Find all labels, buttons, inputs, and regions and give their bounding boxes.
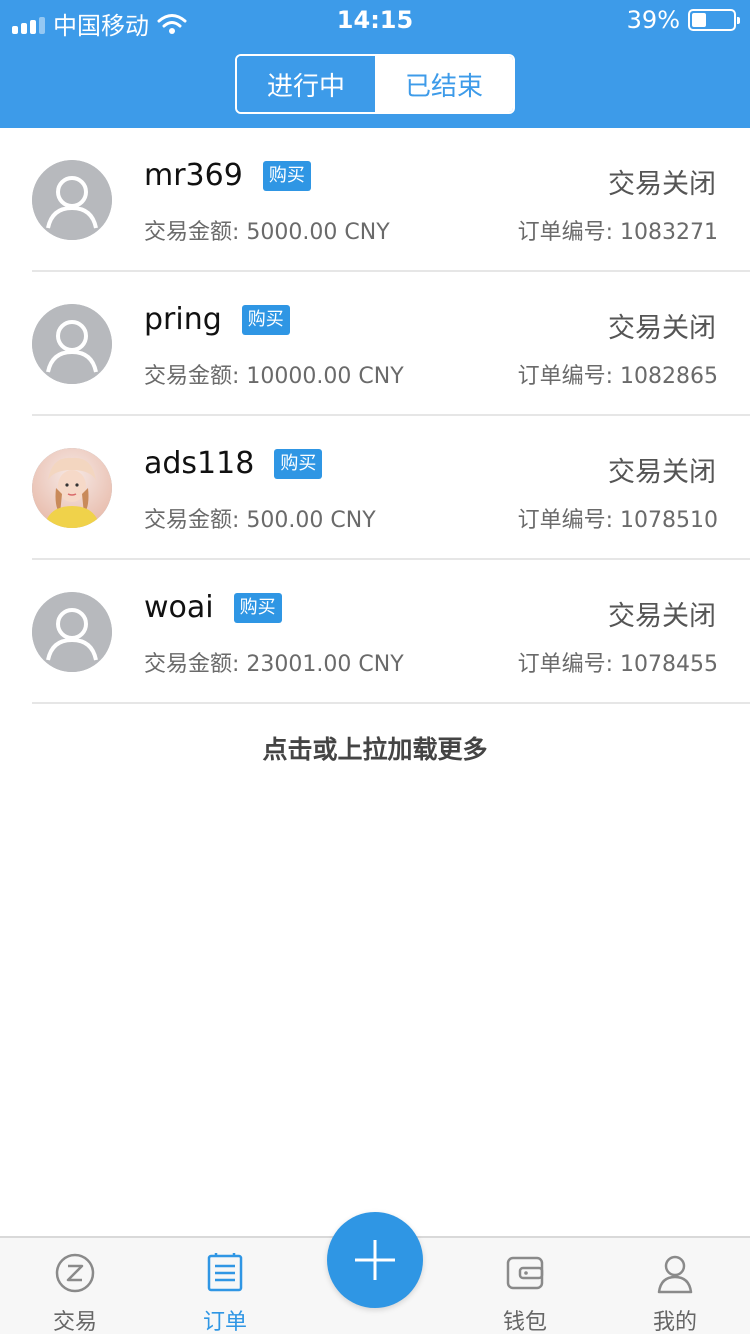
order-row[interactable]: mr369 购买 交易关闭 交易金额: 5000.00 CNY 订单编号: 10… <box>0 128 750 272</box>
order-row[interactable]: ads118 购买 交易关闭 交易金额: 500.00 CNY 订单编号: 10… <box>0 416 750 560</box>
trade-icon <box>55 1253 95 1293</box>
user-name: pring <box>144 302 222 337</box>
order-status: 交易关闭 <box>608 601 716 632</box>
battery-percent: 39% <box>626 6 680 34</box>
order-row[interactable]: woai 购买 交易关闭 交易金额: 23001.00 CNY 订单编号: 10… <box>0 560 750 704</box>
trade-amount: 交易金额: 10000.00 CNY <box>144 364 404 389</box>
tab-profile[interactable]: 我的 <box>600 1238 750 1334</box>
order-status-segment: 进行中 已结束 <box>235 54 515 114</box>
order-status: 交易关闭 <box>608 313 716 344</box>
tab-label: 钱包 <box>502 1310 547 1334</box>
buy-tag: 购买 <box>241 304 290 335</box>
order-row[interactable]: pring 购买 交易关闭 交易金额: 10000.00 CNY 订单编号: 1… <box>0 272 750 416</box>
header-bar: 中国移动 14:15 39% 进行中 已结束 <box>0 0 750 128</box>
user-name: ads118 <box>144 446 255 481</box>
tab-label: 交易 <box>52 1310 97 1334</box>
trade-amount: 交易金额: 5000.00 CNY <box>144 220 390 245</box>
trade-amount: 交易金额: 500.00 CNY <box>144 508 376 533</box>
default-avatar-icon <box>32 304 112 384</box>
user-name: mr369 <box>144 158 243 193</box>
buy-tag: 购买 <box>262 160 311 191</box>
battery-icon <box>688 9 740 31</box>
segment-finished[interactable]: 已结束 <box>375 56 513 112</box>
order-status: 交易关闭 <box>608 169 716 200</box>
buy-tag: 购买 <box>274 448 323 479</box>
order-number: 订单编号: 1083271 <box>517 220 718 245</box>
row-divider <box>32 702 750 704</box>
order-status: 交易关闭 <box>608 457 716 488</box>
default-avatar-icon <box>32 160 112 240</box>
buy-tag: 购买 <box>233 592 282 623</box>
tab-wallet[interactable]: 钱包 <box>450 1238 600 1334</box>
trade-amount: 交易金额: 23001.00 CNY <box>144 652 404 677</box>
order-list: mr369 购买 交易关闭 交易金额: 5000.00 CNY 订单编号: 10… <box>0 128 750 704</box>
order-list-icon <box>207 1253 243 1292</box>
load-more-button[interactable]: 点击或上拉加载更多 <box>0 730 750 766</box>
wallet-icon <box>506 1256 544 1290</box>
order-number: 订单编号: 1078510 <box>517 508 718 533</box>
user-icon <box>657 1255 693 1294</box>
segment-in-progress[interactable]: 进行中 <box>237 56 375 112</box>
plus-icon <box>355 1240 395 1280</box>
order-number: 订单编号: 1082865 <box>517 364 718 389</box>
tab-label: 我的 <box>652 1310 697 1334</box>
status-bar: 中国移动 14:15 39% <box>0 0 750 40</box>
tab-trade[interactable]: 交易 <box>0 1238 150 1334</box>
user-photo-avatar <box>32 448 112 528</box>
default-avatar-icon <box>32 592 112 672</box>
tab-orders[interactable]: 订单 <box>150 1238 300 1334</box>
tab-label: 订单 <box>202 1310 247 1334</box>
add-button[interactable] <box>327 1212 423 1308</box>
order-number: 订单编号: 1078455 <box>517 652 718 677</box>
user-name: woai <box>144 590 214 625</box>
